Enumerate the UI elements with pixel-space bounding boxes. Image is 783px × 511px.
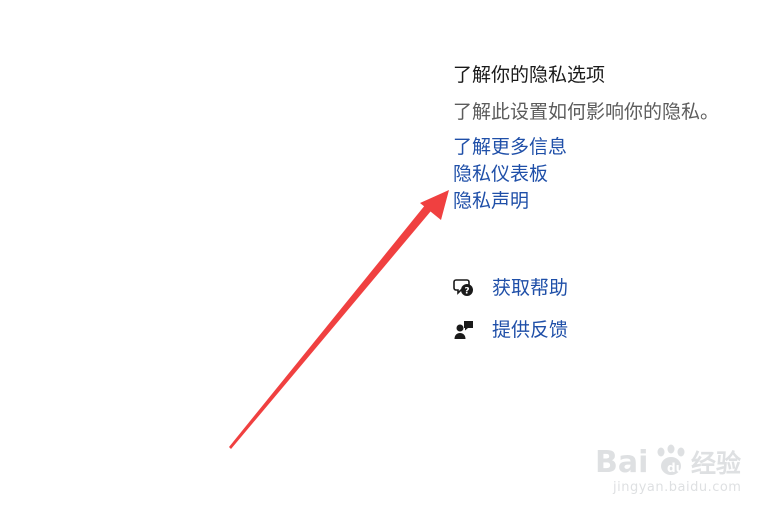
privacy-title: 了解你的隐私选项 — [453, 64, 606, 86]
learn-more-link[interactable]: 了解更多信息 — [453, 134, 773, 161]
svg-text:Bai: Bai — [595, 445, 648, 480]
feedback-person-icon — [453, 319, 475, 341]
privacy-subtitle: 了解此设置如何影响你的隐私。 — [453, 101, 720, 123]
baidu-jingyan-watermark: Bai du 经验 jingyan.baidu.com — [595, 442, 745, 495]
privacy-dashboard-link[interactable]: 隐私仪表板 — [453, 161, 773, 188]
watermark-logo: Bai du 经验 — [595, 442, 745, 480]
get-help-row[interactable]: ? 获取帮助 — [453, 275, 568, 301]
watermark-url: jingyan.baidu.com — [613, 480, 742, 495]
privacy-options-panel: 了解你的隐私选项 了解此设置如何影响你的隐私。 了解更多信息 隐私仪表板 隐私声… — [453, 62, 773, 215]
privacy-statement-link[interactable]: 隐私声明 — [453, 188, 773, 215]
arrow-head — [420, 190, 449, 220]
svg-text:du: du — [667, 461, 684, 475]
svg-text:经验: 经验 — [691, 449, 741, 478]
arrow-shaft — [229, 199, 436, 449]
help-chat-icon: ? — [453, 277, 475, 299]
get-help-link[interactable]: 获取帮助 — [492, 275, 568, 302]
svg-text:?: ? — [464, 287, 469, 297]
give-feedback-row[interactable]: 提供反馈 — [453, 317, 568, 343]
privacy-links: 了解更多信息 隐私仪表板 隐私声明 — [453, 134, 773, 215]
give-feedback-link[interactable]: 提供反馈 — [492, 317, 568, 344]
